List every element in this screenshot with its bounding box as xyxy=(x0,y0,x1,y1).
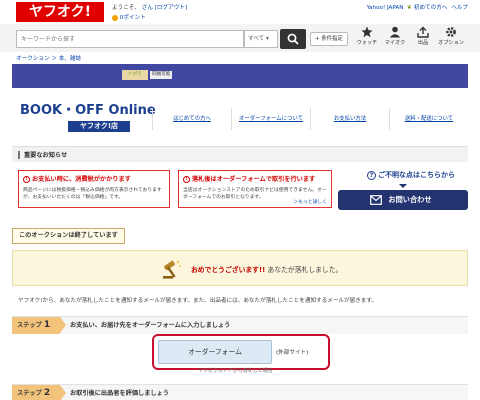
banner-tag: 同梱可能 xyxy=(150,71,173,79)
contact-label: お問い合わせ xyxy=(388,195,432,204)
option-label: オプション xyxy=(438,40,464,46)
orderform-alert: ! 落札後はオーダーフォームで取引を行います 当店はオークションストアのため取引ナ… xyxy=(178,170,332,208)
person-icon xyxy=(389,26,401,38)
orderform-alert-title-text: 落札後はオーダーフォームで取引を行います xyxy=(192,176,316,183)
notice-header: 重要なお知らせ xyxy=(12,146,468,162)
welcome-label: ようこそ、 xyxy=(112,5,140,11)
tax-alert: ! お支払い時に、消費税がかかります 商品ページには税抜価格・税込み価格が両方表示… xyxy=(18,170,170,208)
star-icon xyxy=(361,26,373,38)
contact-button[interactable]: お問い合わせ xyxy=(338,184,468,210)
yahoo-japan-link[interactable]: Yahoo! JAPAN xyxy=(366,5,403,11)
notify-text: ヤフオク!から、あなたが落札したことを通知するメールが届きます。また、出品者には… xyxy=(18,298,378,304)
mail-icon xyxy=(370,195,382,205)
welcome-text: ようこそ、 さん [ログアウト] xyxy=(112,3,187,11)
step-2-text: お取引後に出品者を評価しましょう xyxy=(70,390,169,397)
help-link[interactable]: ヘルプ xyxy=(451,5,468,11)
search-input[interactable] xyxy=(17,31,237,47)
store-nav-payment[interactable]: お支払い方法 xyxy=(310,108,389,130)
logout-link[interactable]: さん [ログアウト] xyxy=(142,5,187,11)
store-nav-beginner[interactable]: はじめての方へ xyxy=(152,108,231,130)
orderform-alert-title: ! 落札後はオーダーフォームで取引を行います xyxy=(183,174,327,183)
option-nav[interactable]: オプション xyxy=(438,26,464,52)
breadcrumb[interactable]: オークション ＞ 本、雑誌 xyxy=(16,54,81,62)
myauction-nav[interactable]: マイオク xyxy=(382,26,408,52)
points-label: 0ポイント xyxy=(119,15,146,21)
notice-bar xyxy=(18,151,20,159)
caret-icon xyxy=(399,184,407,188)
tax-alert-title-text: お支払い時に、消費税がかかります xyxy=(32,176,131,183)
listing-label: 出品 xyxy=(417,40,429,46)
bookoff-logo[interactable]: BOOK・OFF Online ヤフオク!店 xyxy=(20,103,156,135)
alert-icon: ! xyxy=(23,175,30,183)
step-2-number: 2 xyxy=(43,388,51,398)
step-1-header: ステップ 1 お支払い、お届け先をオーダーフォームに入力しましょう xyxy=(12,316,468,334)
points-link[interactable]: 0ポイント xyxy=(112,13,146,21)
congrats-prefix: おめでとうございます!! xyxy=(191,266,266,274)
beginner-leaf-icon: ❦ xyxy=(407,5,412,11)
tax-alert-body: 商品ページには税抜価格・税込み価格が両方表示されておりますが、お支払いいただくの… xyxy=(23,188,162,200)
question-icon: ? xyxy=(367,171,376,180)
congrats-message: おめでとうございます!! あなたが落札しました。 xyxy=(191,264,342,274)
store-nav-shipping[interactable]: 送料・配送について xyxy=(389,108,468,130)
watch-nav[interactable]: ウォッチ xyxy=(354,26,380,52)
auction-ended-label: このオークションは終了しています xyxy=(12,228,125,244)
step-2-header: ステップ 2 お取引後に出品者を評価しましょう xyxy=(12,384,468,400)
step-1-badge: ステップ 1 xyxy=(12,317,66,334)
coin-icon xyxy=(112,14,118,21)
gavel-icon xyxy=(163,260,181,279)
banner-image: ヘポタ xyxy=(122,70,148,80)
search-icon xyxy=(287,33,299,45)
search-box xyxy=(16,30,244,48)
congrats-box: おめでとうございます!! あなたが落札しました。 xyxy=(12,250,468,286)
condition-button[interactable]: + 条件指定 xyxy=(310,32,348,46)
alert-icon: ! xyxy=(183,175,190,183)
store-nav: はじめての方へ オーダーフォームについて お支払い方法 送料・配送について xyxy=(152,108,468,130)
help-title: ? ご不明な点はこちらから xyxy=(352,170,470,180)
beginner-link[interactable]: 初めての方へ xyxy=(414,5,448,11)
store-banner: ヘポタ 同梱可能 xyxy=(12,64,468,88)
step-2-word: ステップ xyxy=(17,390,42,397)
store-nav-orderform[interactable]: オーダーフォームについて xyxy=(231,108,310,130)
more-details-link[interactable]: ＞もっと詳しく xyxy=(293,198,327,205)
store-purchase-link[interactable]: ヤフオクストアから落札した場合 xyxy=(198,367,273,374)
notice-title: 重要なお知らせ xyxy=(24,152,68,159)
gear-icon xyxy=(446,27,456,37)
step-1-word: ステップ xyxy=(17,322,42,329)
search-bar: すべて ▾ + 条件指定 xyxy=(0,24,480,52)
step-1-text: お支払い、お届け先をオーダーフォームに入力しましょう xyxy=(70,322,231,329)
bookoff-logo-sub: ヤフオク!店 xyxy=(68,121,130,132)
external-site-note: (外部サイト) xyxy=(276,350,309,356)
yahuoku-logo[interactable]: ヤフオク! xyxy=(16,2,104,22)
search-button[interactable] xyxy=(280,29,306,49)
order-form-button[interactable]: オーダーフォーム xyxy=(158,340,272,364)
top-links: Yahoo! JAPAN ❦ 初めての方へ ヘルプ xyxy=(364,3,468,11)
site-header: ヤフオク! ようこそ、 さん [ログアウト] 0ポイント Yahoo! JAPA… xyxy=(0,0,480,24)
bookoff-logo-main: BOOK・OFF Online xyxy=(20,103,156,118)
category-scope-select[interactable]: すべて ▾ xyxy=(244,30,278,48)
tax-alert-title: ! お支払い時に、消費税がかかります xyxy=(23,174,165,183)
help-title-text: ご不明な点はこちらから xyxy=(378,171,455,179)
myauction-label: マイオク xyxy=(384,40,406,46)
watch-label: ウォッチ xyxy=(356,40,378,46)
step-1-number: 1 xyxy=(43,320,51,330)
congrats-suffix: あなたが落札しました。 xyxy=(267,266,343,274)
step-2-badge: ステップ 2 xyxy=(12,385,66,400)
upload-icon xyxy=(417,26,429,38)
listing-nav[interactable]: 出品 xyxy=(410,26,436,52)
